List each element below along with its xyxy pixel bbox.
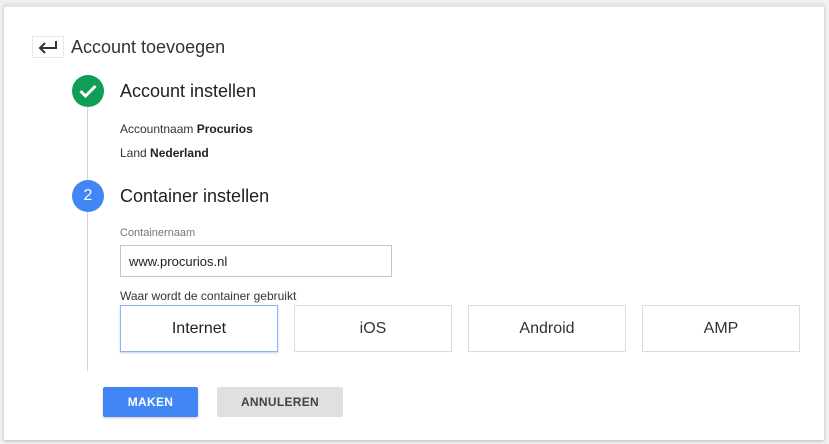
check-icon <box>79 84 97 98</box>
arrow-back-icon <box>38 41 57 54</box>
stepper-line <box>87 107 88 371</box>
create-button[interactable]: MAKEN <box>103 387 198 417</box>
container-name-label: Containernaam <box>120 227 196 239</box>
container-name-input[interactable] <box>120 245 392 277</box>
platform-option-internet[interactable]: Internet <box>120 305 278 352</box>
dialog-card: Account toevoegen Account instellen Acco… <box>4 4 824 440</box>
account-name-value: Procurios <box>196 122 253 136</box>
platform-option-amp[interactable]: AMP <box>642 305 800 352</box>
country-label: Land <box>120 146 147 160</box>
account-name-info: Accountnaam Procurios <box>120 122 253 136</box>
back-button[interactable] <box>32 36 64 58</box>
cancel-button[interactable]: ANNULEREN <box>217 387 343 417</box>
usage-label: Waar wordt de container gebruikt <box>120 289 297 303</box>
account-name-label: Accountnaam <box>120 122 194 136</box>
platform-option-android[interactable]: Android <box>468 305 626 352</box>
step1-complete-badge <box>72 75 104 107</box>
step2-title: Container instellen <box>120 186 270 206</box>
platform-option-ios[interactable]: iOS <box>294 305 452 352</box>
step1-title: Account instellen <box>120 81 257 101</box>
country-value: Nederland <box>150 146 209 160</box>
step2-number-badge: 2 <box>72 180 104 212</box>
country-info: Land Nederland <box>120 146 209 160</box>
page-title: Account toevoegen <box>71 37 226 57</box>
